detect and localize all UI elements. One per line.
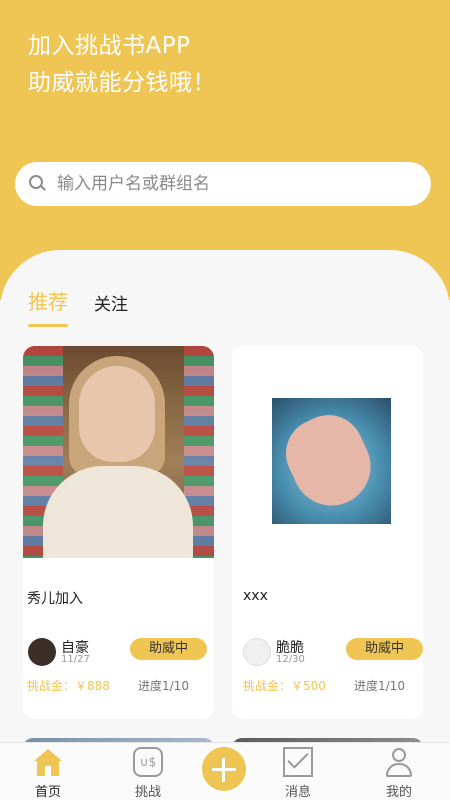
nav-home[interactable]: 首页 <box>13 747 83 800</box>
challenge-money: 挑战金：￥888 <box>27 679 110 693</box>
card-title: xxx <box>243 588 268 604</box>
challenge-money: 挑战金：￥500 <box>243 679 326 693</box>
avatar[interactable] <box>28 638 56 666</box>
progress-text: 进度1/10 <box>354 679 405 693</box>
post-date: 12/30 <box>276 654 305 665</box>
card-title: 秀儿加入 <box>27 591 83 607</box>
header-title: 加入挑战书APP 助威就能分钱哦！ <box>28 28 216 102</box>
mail-icon <box>283 747 313 777</box>
search-bar[interactable] <box>15 162 431 206</box>
header-line-2: 助威就能分钱哦！ <box>28 70 216 96</box>
tab-follow[interactable]: 关注 <box>94 290 128 327</box>
tab-bar: 推荐 关注 <box>28 286 154 327</box>
content-panel: 推荐 关注 秀儿加入 自豪 11/27 助威中 挑战金：￥888 进度1/10 … <box>0 250 450 750</box>
progress-text: 进度1/10 <box>138 679 189 693</box>
challenge-icon: ∪$ <box>133 747 163 777</box>
tab-recommend[interactable]: 推荐 <box>28 286 68 327</box>
nav-challenge[interactable]: ∪$ 挑战 <box>113 747 183 800</box>
search-input[interactable] <box>57 174 397 194</box>
card-image[interactable] <box>232 346 423 558</box>
search-icon <box>29 175 47 193</box>
user-icon <box>384 747 414 777</box>
nav-me[interactable]: 我的 <box>364 747 434 800</box>
card-image[interactable] <box>23 346 214 558</box>
post-date: 11/27 <box>61 654 90 665</box>
challenge-card[interactable]: 秀儿加入 自豪 11/27 助威中 挑战金：￥888 进度1/10 <box>23 346 214 719</box>
create-button[interactable] <box>199 744 249 794</box>
nav-home-label: 首页 <box>34 785 61 800</box>
nav-messages-label: 消息 <box>284 785 311 800</box>
challenge-card[interactable]: xxx 脆脆 12/30 助威中 挑战金：￥500 进度1/10 <box>232 346 423 719</box>
nav-challenge-label: 挑战 <box>134 785 161 800</box>
cheer-button[interactable]: 助威中 <box>346 638 423 660</box>
nav-me-label: 我的 <box>385 785 412 800</box>
home-icon <box>33 747 63 777</box>
nav-messages[interactable]: 消息 <box>263 747 333 800</box>
avatar[interactable] <box>243 638 271 666</box>
cheer-button[interactable]: 助威中 <box>130 638 207 660</box>
header-line-1: 加入挑战书APP <box>28 33 191 59</box>
